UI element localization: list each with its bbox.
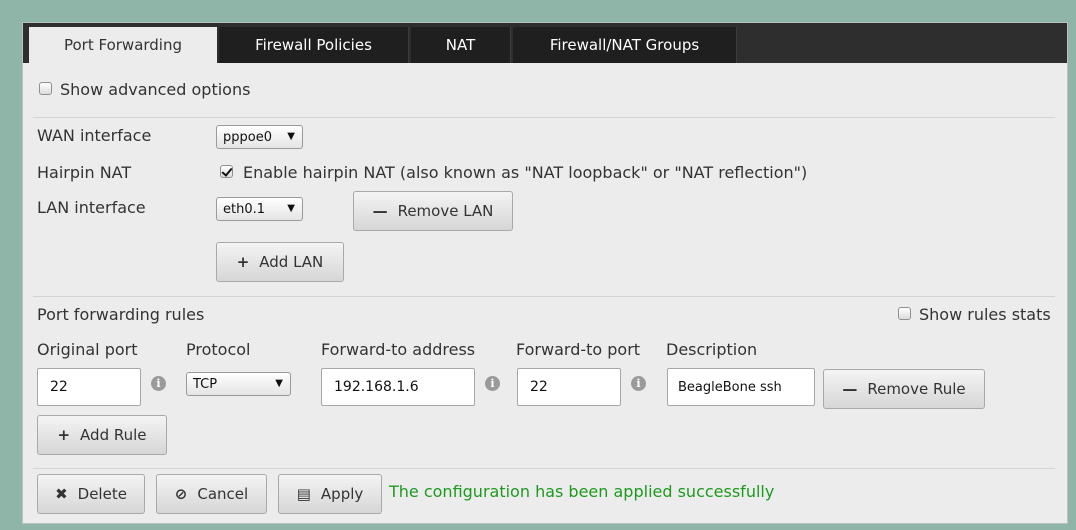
add-rule-label: Add Rule bbox=[80, 426, 147, 444]
show-advanced-label: Show advanced options bbox=[60, 80, 251, 99]
remove-rule-label: Remove Rule bbox=[867, 380, 966, 398]
protocol-value: TCP bbox=[193, 376, 218, 392]
info-icon[interactable]: i bbox=[631, 376, 646, 391]
lan-interface-value: eth0.1 bbox=[223, 201, 266, 217]
chevron-down-icon: ▼ bbox=[287, 203, 295, 214]
plus-icon: + bbox=[57, 426, 71, 444]
tab-bar: Port Forwarding Firewall Policies NAT Fi… bbox=[23, 23, 1067, 63]
cancel-icon: ⊘ bbox=[174, 485, 188, 503]
remove-rule-button[interactable]: — Remove Rule bbox=[823, 369, 985, 409]
plus-icon: + bbox=[236, 253, 250, 271]
show-rules-stats-checkbox[interactable] bbox=[898, 307, 911, 320]
add-rule-button[interactable]: + Add Rule bbox=[37, 415, 167, 455]
divider bbox=[33, 117, 1055, 118]
status-message: The configuration has been applied succe… bbox=[389, 482, 775, 501]
divider bbox=[33, 296, 1055, 297]
col-forward-address: Forward-to address bbox=[321, 340, 476, 359]
hairpin-nat-label: Hairpin NAT bbox=[37, 163, 132, 182]
tab-firewall-nat-groups[interactable]: Firewall/NAT Groups bbox=[513, 27, 737, 63]
port-forwarding-rules-title: Port forwarding rules bbox=[37, 305, 205, 324]
wan-interface-select[interactable]: pppoe0 ▼ bbox=[216, 125, 303, 149]
chevron-down-icon: ▼ bbox=[287, 131, 295, 142]
show-advanced-checkbox[interactable] bbox=[39, 82, 52, 95]
cancel-label: Cancel bbox=[197, 485, 249, 503]
remove-lan-button[interactable]: — Remove LAN bbox=[353, 191, 513, 231]
save-icon: ▤ bbox=[296, 485, 311, 503]
tab-firewall-policies[interactable]: Firewall Policies bbox=[219, 27, 409, 63]
col-description: Description bbox=[666, 340, 758, 359]
lan-interface-select[interactable]: eth0.1 ▼ bbox=[216, 197, 303, 221]
info-icon[interactable]: i bbox=[151, 376, 166, 391]
col-original-port: Original port bbox=[37, 340, 138, 359]
minus-icon: — bbox=[372, 202, 388, 220]
info-icon[interactable]: i bbox=[485, 376, 500, 391]
original-port-input[interactable] bbox=[37, 368, 141, 406]
col-protocol: Protocol bbox=[186, 340, 251, 359]
tab-port-forwarding[interactable]: Port Forwarding bbox=[29, 27, 217, 63]
hairpin-nat-checkbox[interactable] bbox=[220, 165, 233, 178]
lan-interface-label: LAN interface bbox=[37, 198, 146, 217]
description-input[interactable] bbox=[667, 368, 815, 406]
wan-interface-label: WAN interface bbox=[37, 126, 152, 145]
add-lan-label: Add LAN bbox=[259, 253, 324, 271]
add-lan-button[interactable]: + Add LAN bbox=[216, 242, 344, 282]
forward-address-input[interactable] bbox=[321, 368, 475, 406]
delete-label: Delete bbox=[77, 485, 127, 503]
tab-nat[interactable]: NAT bbox=[411, 27, 511, 63]
divider bbox=[33, 468, 1055, 469]
chevron-down-icon: ▼ bbox=[275, 378, 283, 389]
cancel-button[interactable]: ⊘ Cancel bbox=[156, 474, 267, 514]
protocol-select[interactable]: TCP ▼ bbox=[186, 372, 291, 396]
wan-interface-value: pppoe0 bbox=[223, 129, 272, 145]
show-rules-stats-label: Show rules stats bbox=[919, 305, 1051, 324]
delete-button[interactable]: ✖ Delete bbox=[37, 474, 145, 514]
port-forwarding-panel: Port Forwarding Firewall Policies NAT Fi… bbox=[22, 22, 1068, 524]
x-icon: ✖ bbox=[55, 485, 68, 503]
remove-lan-label: Remove LAN bbox=[397, 202, 494, 220]
hairpin-nat-checkbox-label: Enable hairpin NAT (also known as "NAT l… bbox=[243, 163, 808, 182]
col-forward-port: Forward-to port bbox=[516, 340, 641, 359]
forward-port-input[interactable] bbox=[517, 368, 621, 406]
minus-icon: — bbox=[842, 380, 858, 398]
apply-button[interactable]: ▤ Apply bbox=[278, 474, 382, 514]
apply-label: Apply bbox=[320, 485, 364, 503]
